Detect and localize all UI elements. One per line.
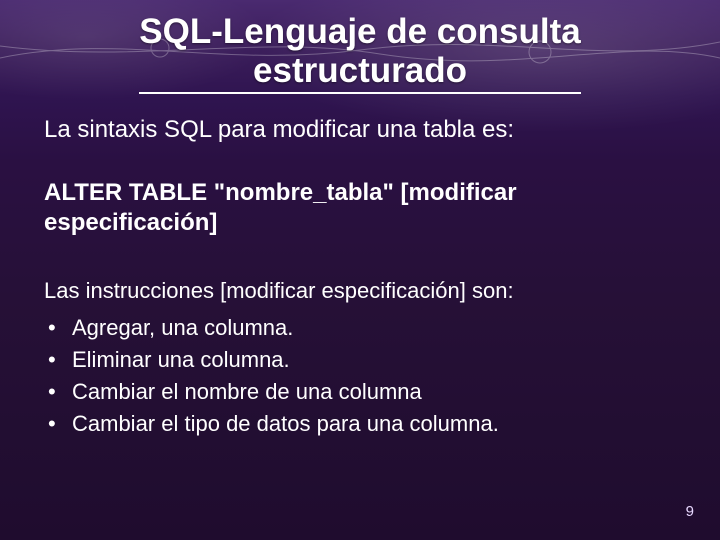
page-number: 9 <box>686 503 694 520</box>
title-line-1: SQL-Lenguaje de consulta <box>139 12 580 51</box>
syntax-text: ALTER TABLE "nombre_tabla" [modificar es… <box>44 178 676 238</box>
list-item: Agregar, una columna. <box>44 312 676 344</box>
list-item: Eliminar una columna. <box>44 344 676 376</box>
list-intro-text: Las instrucciones [modificar especificac… <box>44 278 676 304</box>
list-item: Cambiar el nombre de una columna <box>44 376 676 408</box>
title-line-2: estructurado <box>253 51 467 90</box>
slide: SQL-Lenguaje de consulta estructurado La… <box>0 0 720 540</box>
bullet-list: Agregar, una columna. Eliminar una colum… <box>44 312 676 440</box>
slide-content: La sintaxis SQL para modificar una tabla… <box>44 116 676 440</box>
slide-title-block: SQL-Lenguaje de consulta estructurado <box>0 12 720 94</box>
intro-text: La sintaxis SQL para modificar una tabla… <box>44 116 676 144</box>
slide-title: SQL-Lenguaje de consulta estructurado <box>139 12 580 94</box>
list-item: Cambiar el tipo de datos para una column… <box>44 408 676 440</box>
